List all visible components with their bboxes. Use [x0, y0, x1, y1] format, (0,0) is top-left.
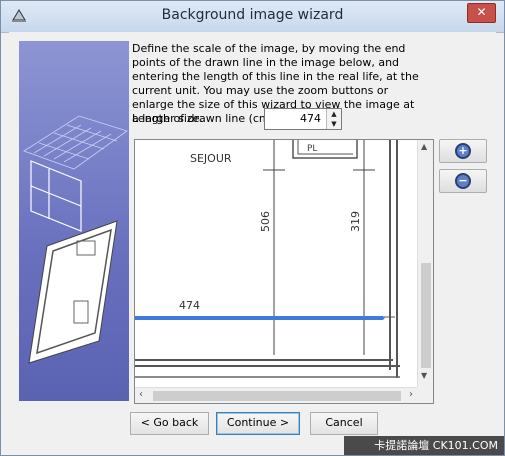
dimension-506: 506: [259, 211, 272, 232]
spin-down-icon[interactable]: ▼: [327, 119, 341, 129]
scroll-left-icon[interactable]: ‹: [139, 389, 143, 400]
zoom-out-icon: −: [455, 173, 471, 189]
room-label: SEJOUR: [190, 152, 232, 165]
dimension-319: 319: [349, 211, 362, 232]
length-label: Length of drawn line (cm):: [132, 112, 278, 125]
length-value[interactable]: 474: [300, 112, 321, 125]
continue-button[interactable]: Continue >: [216, 412, 300, 435]
dimension-474: 474: [179, 299, 200, 312]
window-title: Background image wizard: [161, 7, 344, 23]
pl-label: PL: [307, 144, 317, 154]
horizontal-scroll-thumb[interactable]: [153, 391, 401, 401]
scale-line-endpoint[interactable]: [381, 316, 385, 320]
spin-buttons[interactable]: ▲ ▼: [326, 109, 341, 129]
close-button[interactable]: ✕: [467, 3, 496, 23]
length-stepper[interactable]: 474 ▲ ▼: [264, 108, 342, 130]
zoom-in-icon: +: [455, 143, 471, 159]
zoom-out-button[interactable]: −: [439, 169, 487, 193]
title-bar: Background image wizard ✕: [1, 1, 504, 33]
scroll-corner: [417, 387, 433, 403]
spin-up-icon[interactable]: ▲: [327, 109, 341, 119]
scroll-down-icon[interactable]: ▼: [421, 371, 427, 380]
wizard-side-illustration: [19, 41, 129, 401]
plan-image[interactable]: SEJOUR PL 506 319 474: [135, 140, 417, 387]
scroll-right-icon[interactable]: ›: [409, 389, 413, 400]
cancel-button[interactable]: Cancel: [310, 412, 378, 435]
zoom-in-button[interactable]: +: [439, 139, 487, 163]
vertical-scroll-thumb[interactable]: [421, 263, 431, 368]
wizard-window: Background image wizard ✕ Define the sca…: [0, 0, 505, 456]
vertical-scrollbar[interactable]: ▲ ▼: [417, 140, 433, 387]
site-watermark: 卡提諾論壇 CK101.COM: [344, 436, 504, 455]
image-viewer[interactable]: SEJOUR PL 506 319 474 ▲ ▼ ‹ ›: [134, 139, 434, 404]
go-back-button[interactable]: < Go back: [130, 412, 209, 435]
scroll-up-icon[interactable]: ▲: [421, 142, 427, 151]
horizontal-scrollbar[interactable]: ‹ ›: [135, 387, 417, 403]
floor-plan-illustration: [23, 115, 128, 364]
wizard-client-area: Define the scale of the image, by moving…: [9, 32, 496, 447]
